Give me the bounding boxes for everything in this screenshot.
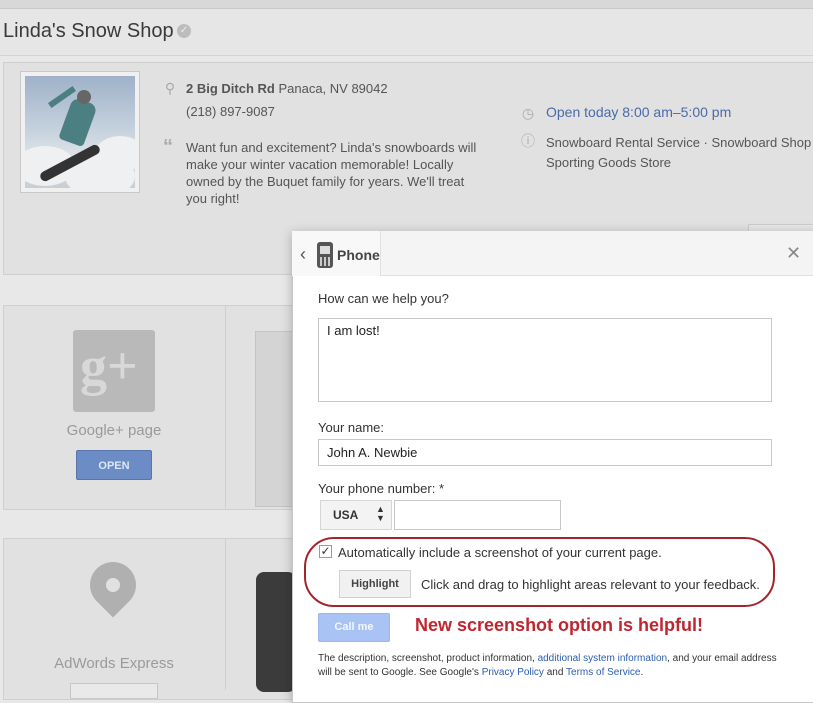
adwords-button[interactable] — [70, 683, 158, 699]
tab-label: Phone — [337, 247, 380, 263]
quote-icon: “ — [163, 136, 173, 158]
google-plus-label: Google+ page — [66, 422, 162, 439]
phone-label: Your phone number: * — [318, 481, 445, 496]
open-button[interactable]: OPEN — [76, 450, 152, 480]
info-icon: ⓘ — [521, 133, 535, 149]
back-chevron-icon[interactable]: ‹ — [300, 245, 306, 263]
card-divider — [225, 306, 226, 508]
close-icon[interactable]: ✕ — [786, 244, 801, 262]
clock-icon: ◷ — [521, 105, 535, 121]
business-photo[interactable] — [20, 71, 140, 193]
privacy-footer: The description, screenshot, product inf… — [318, 653, 777, 678]
select-arrows-icon: ▲ ▼ — [376, 504, 385, 523]
privacy-policy-link[interactable]: Privacy Policy — [482, 667, 544, 678]
phone-preview-thumbnail — [256, 572, 296, 692]
map-marker-hole — [106, 578, 120, 592]
phone-icon-keypad — [320, 257, 330, 266]
annotation-text: New screenshot option is helpful! — [415, 615, 704, 635]
name-input[interactable]: John A. Newbie — [318, 439, 772, 466]
adwords-label: AdWords Express — [54, 655, 174, 672]
address-city: Panaca, NV 89042 — [278, 81, 388, 96]
map-pin-icon: ⚲ — [164, 80, 176, 96]
system-info-link[interactable]: additional system information — [538, 653, 668, 664]
call-me-button[interactable]: Call me — [318, 613, 390, 642]
verified-check-icon: ✓ — [177, 24, 191, 38]
snowboarder-image — [25, 76, 135, 188]
business-categories: Snowboard Rental Service · Snowboard Sho… — [546, 135, 813, 170]
business-hours-link[interactable]: Open today 8:00 am–5:00 pm — [546, 104, 731, 120]
card-divider — [225, 539, 226, 690]
google-plus-logo-glyph: g+ — [80, 336, 138, 396]
page-title: Linda's Snow Shop — [3, 20, 174, 42]
country-value: USA — [333, 508, 359, 522]
phone-icon-screen — [320, 246, 330, 254]
business-phone: (218) 897-9087 — [186, 104, 275, 119]
business-address: 2 Big Ditch Rd Panaca, NV 89042 — [186, 81, 388, 96]
help-label: How can we help you? — [318, 291, 449, 306]
business-description: Want fun and excitement? Linda's snowboa… — [186, 140, 477, 206]
terms-of-service-link[interactable]: Terms of Service — [566, 667, 640, 678]
address-street: 2 Big Ditch Rd — [186, 81, 275, 96]
google-plus-preview-thumbnail — [255, 331, 295, 507]
top-bar — [0, 0, 813, 9]
name-label: Your name: — [318, 420, 385, 435]
help-textarea[interactable]: I am lost! — [318, 318, 772, 402]
phone-input[interactable] — [394, 500, 561, 530]
annotation-ellipse — [304, 537, 775, 607]
